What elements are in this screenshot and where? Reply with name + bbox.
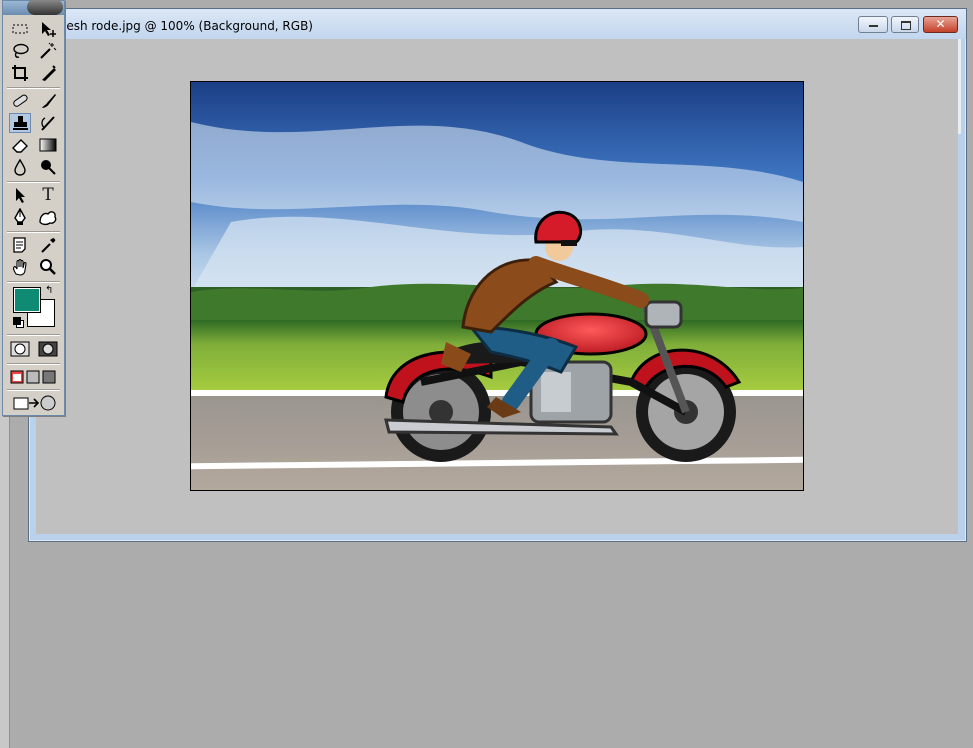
document-titlebar[interactable]: jesh rode.jpg @ 100% (Background, RGB) ✕ bbox=[29, 9, 966, 39]
standard-screen-mode-icon[interactable] bbox=[9, 367, 25, 387]
crop-tool-icon[interactable] bbox=[9, 63, 31, 83]
pen-tool-icon[interactable] bbox=[9, 207, 31, 227]
app-logo-icon[interactable] bbox=[27, 0, 63, 15]
maximize-icon bbox=[901, 21, 911, 30]
move-tool-icon[interactable] bbox=[37, 19, 59, 39]
minimize-button[interactable] bbox=[858, 16, 888, 33]
foreground-color-swatch[interactable] bbox=[13, 287, 41, 313]
type-tool-icon[interactable]: T bbox=[37, 185, 59, 205]
toolbar-divider bbox=[7, 363, 60, 365]
jump-to-imageready-icon[interactable] bbox=[11, 393, 59, 413]
tools-palette[interactable]: T ↰ bbox=[2, 0, 65, 416]
default-colors-icon[interactable] bbox=[13, 317, 24, 328]
quick-mask-mode-icon[interactable] bbox=[37, 339, 59, 359]
notes-tool-icon[interactable] bbox=[9, 235, 31, 255]
toolbar-divider bbox=[7, 281, 60, 283]
zoom-tool-icon[interactable] bbox=[37, 257, 59, 277]
history-brush-tool-icon[interactable] bbox=[37, 113, 59, 133]
workspace: jesh rode.jpg @ 100% (Background, RGB) ✕ bbox=[0, 0, 973, 748]
marquee-tool-icon[interactable] bbox=[9, 19, 31, 39]
slice-tool-icon[interactable] bbox=[37, 63, 59, 83]
close-button[interactable]: ✕ bbox=[923, 16, 958, 33]
minimize-icon bbox=[869, 25, 878, 27]
maximize-button[interactable] bbox=[891, 16, 919, 33]
document-image[interactable] bbox=[190, 81, 804, 491]
full-screen-mode-icon[interactable] bbox=[41, 367, 57, 387]
eyedropper-tool-icon[interactable] bbox=[37, 235, 59, 255]
lasso-tool-icon[interactable] bbox=[9, 41, 31, 61]
healing-brush-tool-icon[interactable] bbox=[9, 91, 31, 111]
magic-wand-tool-icon[interactable] bbox=[37, 41, 59, 61]
standard-mode-icon[interactable] bbox=[9, 339, 31, 359]
toolbar-divider bbox=[7, 231, 60, 233]
full-screen-menu-mode-icon[interactable] bbox=[25, 367, 41, 387]
document-title: jesh rode.jpg @ 100% (Background, RGB) bbox=[63, 19, 313, 33]
toolbar-divider bbox=[7, 389, 60, 391]
close-icon: ✕ bbox=[935, 17, 946, 31]
dodge-tool-icon[interactable] bbox=[37, 157, 59, 177]
toolbar-divider bbox=[7, 87, 60, 89]
motorcycle-rider-image bbox=[191, 82, 803, 490]
tools-palette-header[interactable] bbox=[3, 0, 64, 15]
blur-tool-icon[interactable] bbox=[9, 157, 31, 177]
toolbar-divider bbox=[7, 334, 60, 336]
path-selection-tool-icon[interactable] bbox=[9, 185, 31, 205]
toolbar-divider bbox=[7, 181, 60, 183]
custom-shape-tool-icon[interactable] bbox=[37, 207, 59, 227]
swap-colors-icon[interactable]: ↰ bbox=[45, 285, 53, 296]
brush-tool-icon[interactable] bbox=[37, 91, 59, 111]
eraser-tool-icon[interactable] bbox=[9, 135, 31, 155]
gradient-tool-icon[interactable] bbox=[37, 135, 59, 155]
hand-tool-icon[interactable] bbox=[9, 257, 31, 277]
clone-stamp-tool-icon[interactable] bbox=[9, 113, 31, 133]
